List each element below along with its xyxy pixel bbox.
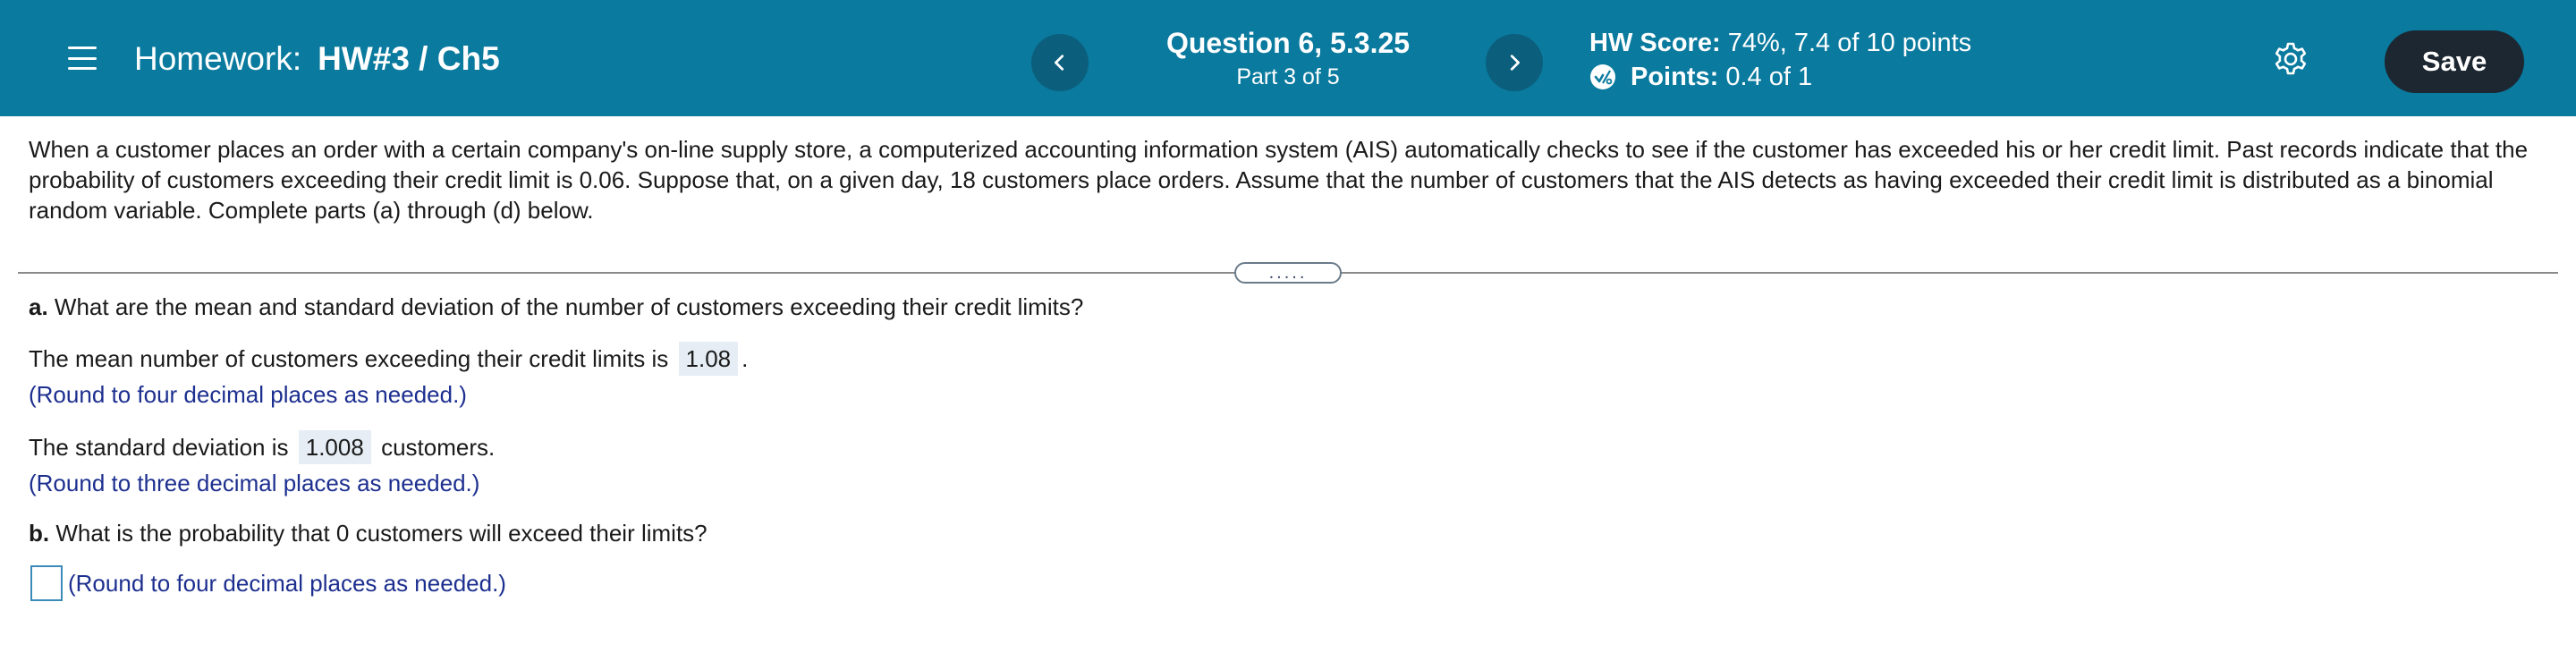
chevron-left-icon — [1055, 55, 1064, 71]
question-title: Question 6, 5.3.25 — [1165, 27, 1411, 59]
previous-question-button[interactable] — [1031, 34, 1089, 91]
homework-name: HW#3 / Ch5 — [318, 40, 500, 77]
part-a-label: a. — [29, 293, 48, 320]
points-label: Points: — [1631, 63, 1719, 91]
mean-prefix: The mean number of customers exceeding t… — [29, 345, 669, 372]
gear-icon[interactable] — [2273, 41, 2309, 77]
sd-answer[interactable]: 1.008 — [298, 430, 371, 464]
part-b-answer-input[interactable] — [30, 565, 63, 601]
question-part: Part 3 of 5 — [1236, 64, 1340, 89]
mean-answer[interactable]: 1.08 — [678, 342, 739, 376]
points: Points: 0.4 of 1 — [1589, 61, 1971, 93]
resize-handle[interactable]: ..... — [1234, 262, 1342, 284]
sd-suffix: customers. — [381, 434, 496, 461]
chevron-right-icon — [1510, 55, 1520, 71]
resize-handle-dots: ..... — [1268, 263, 1308, 283]
part-b-question-text: What is the probability that 0 customers… — [49, 520, 708, 547]
part-b-question: b. What is the probability that 0 custom… — [29, 518, 708, 548]
part-a-question-text: What are the mean and standard deviation… — [47, 293, 1084, 320]
next-question-button[interactable] — [1486, 34, 1543, 91]
part-a-question: a. What are the mean and standard deviat… — [29, 292, 1083, 322]
score-block: HW Score: 74%, 7.4 of 10 points Points: … — [1589, 27, 1971, 93]
sd-answer-line: The standard deviation is 1.008 customer… — [29, 430, 495, 464]
question-info: Question 6, 5.3.25 Part 3 of 5 — [1109, 25, 1467, 91]
hw-score-label: HW Score: — [1589, 29, 1721, 57]
mean-hint: (Round to four decimal places as needed.… — [29, 381, 467, 408]
homework-prefix: Homework: — [134, 40, 302, 77]
points-value: 0.4 of 1 — [1725, 63, 1813, 91]
sd-prefix: The standard deviation is — [29, 434, 289, 461]
hw-score-value: 74%, 7.4 of 10 points — [1727, 29, 1972, 57]
part-b-label: b. — [29, 520, 50, 547]
partial-credit-icon — [1590, 64, 1615, 89]
sd-hint: (Round to three decimal places as needed… — [29, 470, 480, 496]
part-b-hint: (Round to four decimal places as needed.… — [68, 570, 506, 597]
header-bar: Homework: HW#3 / Ch5 Question 6, 5.3.25 P… — [0, 0, 2576, 116]
problem-statement: When a customer places an order with a c… — [29, 136, 2529, 224]
homework-title: Homework: HW#3 / Ch5 — [134, 39, 500, 79]
save-button[interactable]: Save — [2385, 30, 2524, 93]
menu-icon[interactable] — [68, 47, 97, 70]
mean-answer-line: The mean number of customers exceeding t… — [29, 342, 748, 376]
hw-score: HW Score: 74%, 7.4 of 10 points — [1589, 27, 1971, 59]
mean-suffix: . — [741, 345, 749, 372]
